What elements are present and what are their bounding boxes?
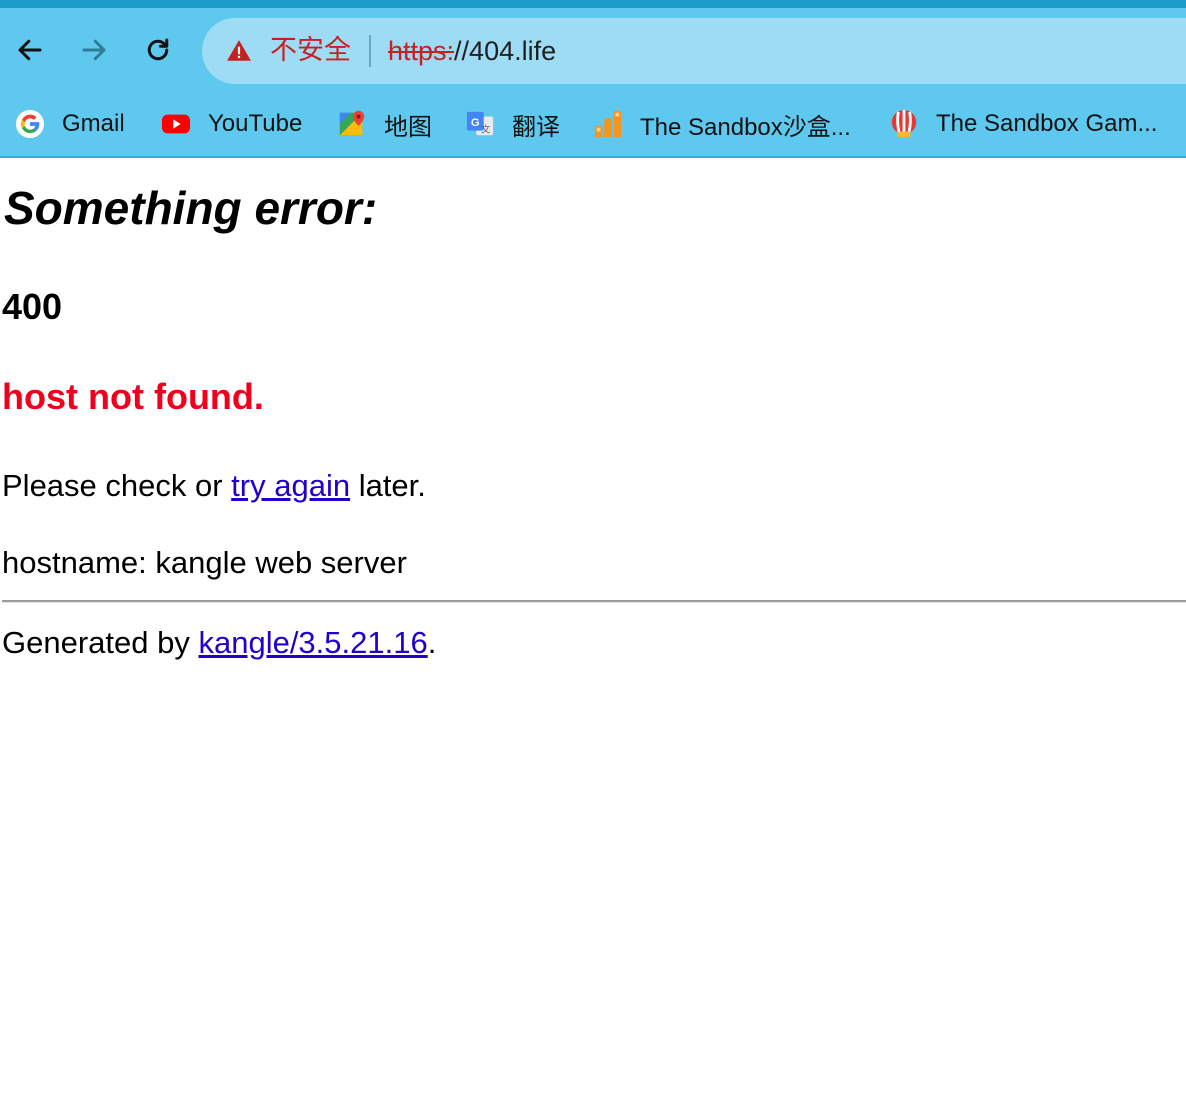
bookmark-label: YouTube — [208, 110, 303, 137]
bookmark-maps[interactable]: 地图 — [336, 104, 432, 144]
arrow-left-icon — [18, 39, 42, 61]
hostname-text: hostname: kangle web server — [2, 545, 407, 580]
warning-icon[interactable] — [226, 38, 252, 64]
error-title: Something error: — [4, 182, 378, 234]
divider — [2, 600, 1186, 603]
security-status-label[interactable]: 不安全 — [270, 34, 351, 68]
url-host: //404.life — [454, 36, 557, 66]
hint-prefix: Please check or — [2, 468, 232, 503]
error-hint: Please check or try again later. — [2, 466, 426, 506]
error-message: host not found. — [2, 376, 264, 417]
hint-suffix: later. — [350, 468, 426, 503]
maps-icon — [336, 108, 368, 140]
url-scheme: https: — [388, 36, 455, 66]
page-content: Something error: 400 host not found. Ple… — [0, 158, 1186, 1104]
address-bar[interactable]: 不安全 https://404.life — [202, 18, 1186, 84]
bookmark-translate[interactable]: G 文 翻译 — [464, 104, 560, 144]
reload-icon — [147, 38, 169, 61]
omnibox-divider — [369, 35, 371, 67]
try-again-link[interactable]: try again — [231, 468, 350, 503]
footer: Generated by kangle/3.5.21.16. — [2, 623, 436, 663]
footer-prefix: Generated by — [2, 625, 199, 660]
bookmark-label: The Sandbox Gam... — [936, 110, 1158, 137]
svg-text:G: G — [471, 117, 480, 129]
bookmark-label: 翻译 — [512, 113, 560, 141]
back-button[interactable] — [10, 30, 50, 70]
svg-text:文: 文 — [481, 123, 491, 135]
reload-button[interactable] — [138, 30, 178, 70]
bookmark-label: Gmail — [62, 110, 125, 137]
bookmark-sandbox[interactable]: The Sandbox沙盒... — [592, 104, 851, 144]
bookmark-label: The Sandbox沙盒... — [640, 113, 851, 141]
forward-button[interactable] — [74, 30, 114, 70]
bookmark-label: 地图 — [384, 113, 432, 141]
balloon-icon — [888, 108, 920, 140]
footer-suffix: . — [427, 625, 437, 660]
arrow-right-icon — [82, 39, 106, 61]
google-icon — [14, 108, 46, 140]
translate-icon: G 文 — [464, 108, 496, 140]
sandbox-icon — [592, 108, 624, 140]
youtube-icon — [160, 108, 192, 140]
bookmarks-bar: Gmail YouTube 地图 G 文 翻译 The Sandbox沙盒...… — [0, 94, 1186, 158]
bookmark-youtube[interactable]: YouTube — [160, 104, 302, 144]
window-top-strip — [0, 0, 1186, 8]
url-text[interactable]: https://404.life — [388, 34, 556, 68]
bookmark-sandbox-game[interactable]: The Sandbox Gam... — [888, 104, 1157, 144]
bookmark-gmail[interactable]: Gmail — [14, 104, 125, 144]
error-code: 400 — [2, 286, 63, 327]
server-version-link[interactable]: kangle/3.5.21.16 — [198, 625, 427, 660]
browser-toolbar: 不安全 https://404.life — [0, 8, 1186, 94]
